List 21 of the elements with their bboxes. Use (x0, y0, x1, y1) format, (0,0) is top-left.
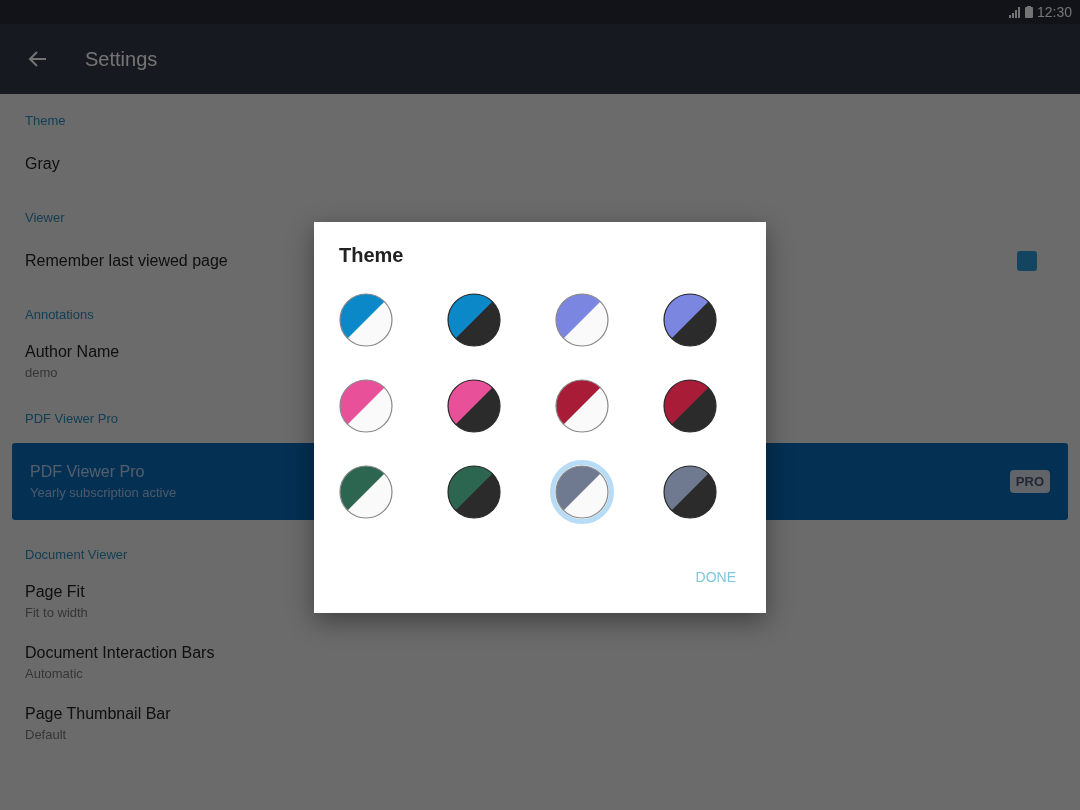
section-header: PDF Viewer Pro (25, 411, 118, 426)
setting-title[interactable]: Document Interaction Bars (25, 644, 1055, 662)
theme-swatch[interactable] (550, 460, 614, 524)
section-header: Annotations (25, 307, 94, 322)
signal-icon (1008, 6, 1021, 18)
battery-icon (1024, 6, 1033, 18)
setting-title[interactable]: Remember last viewed page (25, 252, 228, 270)
setting-title[interactable]: Author Name (25, 343, 1055, 361)
section-header: Viewer (25, 210, 65, 225)
card-title: PDF Viewer Pro (30, 463, 146, 481)
back-arrow-icon[interactable] (28, 49, 48, 69)
setting-title[interactable]: Gray (25, 155, 1055, 173)
dialog-title: Theme (339, 244, 405, 267)
clock-time: 12:30 (1036, 4, 1072, 20)
section-header: Theme (25, 113, 66, 128)
checkbox[interactable] (1017, 251, 1037, 271)
pro-badge: PRO (1009, 470, 1050, 493)
toolbar-title: Settings (85, 47, 158, 71)
section-header: Document Viewer (25, 547, 128, 562)
card-subtitle: Yearly subscription active (30, 485, 177, 500)
setting-title[interactable]: Page Thumbnail Bar (25, 705, 1055, 723)
